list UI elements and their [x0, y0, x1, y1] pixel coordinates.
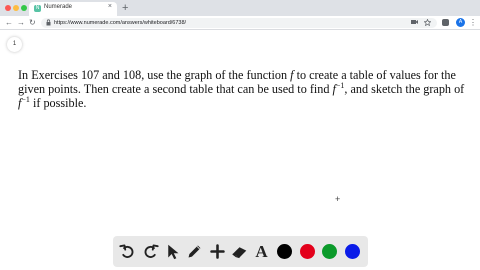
lock-icon [46, 19, 51, 29]
question-text: In Exercises 107 and 108, use the graph … [18, 68, 478, 110]
browser-toolbar: ← → ↻ https://www.numerade.com/answers/w… [0, 16, 480, 30]
question-line1-text: In Exercises 107 and 108, use the graph … [18, 68, 291, 82]
question-line2-text: given points. Then create a second table… [18, 82, 333, 96]
text-tool-icon[interactable]: A [253, 243, 270, 260]
crosshair-cursor-icon: + [335, 194, 341, 204]
inverse-exponent: −1 [21, 95, 30, 104]
forward-button[interactable]: → [17, 17, 25, 29]
reload-button[interactable]: ↻ [29, 17, 36, 29]
pen-icon[interactable] [186, 243, 203, 260]
color-red-swatch[interactable] [300, 244, 315, 259]
minimize-window-button[interactable] [13, 5, 19, 11]
question-line1-text: to create a table of values for the [293, 68, 456, 82]
zoom-window-button[interactable] [21, 5, 27, 11]
url-text: https://www.numerade.com/answers/whitebo… [54, 20, 187, 26]
question-line2-text: , and sketch the graph of [344, 82, 465, 96]
browser-tab[interactable]: N Numerade × [29, 2, 117, 16]
close-window-button[interactable] [5, 5, 11, 11]
address-bar[interactable]: https://www.numerade.com/answers/whitebo… [41, 18, 437, 28]
eraser-icon[interactable] [231, 243, 248, 260]
pointer-icon[interactable] [164, 243, 181, 260]
color-blue-swatch[interactable] [345, 244, 360, 259]
color-black-swatch[interactable] [277, 244, 292, 259]
color-green-swatch[interactable] [322, 244, 337, 259]
profile-avatar[interactable]: A [456, 18, 465, 27]
numerade-favicon-icon: N [34, 5, 41, 12]
star-icon[interactable] [423, 18, 432, 29]
browser-menu-icon[interactable]: ⋮ [469, 17, 477, 29]
tab-title: Numerade [44, 4, 73, 10]
add-icon[interactable] [209, 243, 226, 260]
tab-close-icon[interactable]: × [108, 3, 112, 10]
redo-icon[interactable] [142, 243, 159, 260]
back-button[interactable]: ← [5, 17, 13, 29]
new-tab-button[interactable]: + [122, 1, 128, 15]
page-number-badge[interactable]: 1 [7, 37, 22, 52]
camera-icon[interactable] [411, 19, 418, 28]
whiteboard-toolbar: A [113, 236, 368, 267]
extension-icon[interactable] [442, 19, 449, 26]
undo-icon[interactable] [119, 243, 136, 260]
question-line3-text: if possible. [29, 96, 87, 110]
browser-tab-bar: N Numerade × + [0, 0, 480, 16]
